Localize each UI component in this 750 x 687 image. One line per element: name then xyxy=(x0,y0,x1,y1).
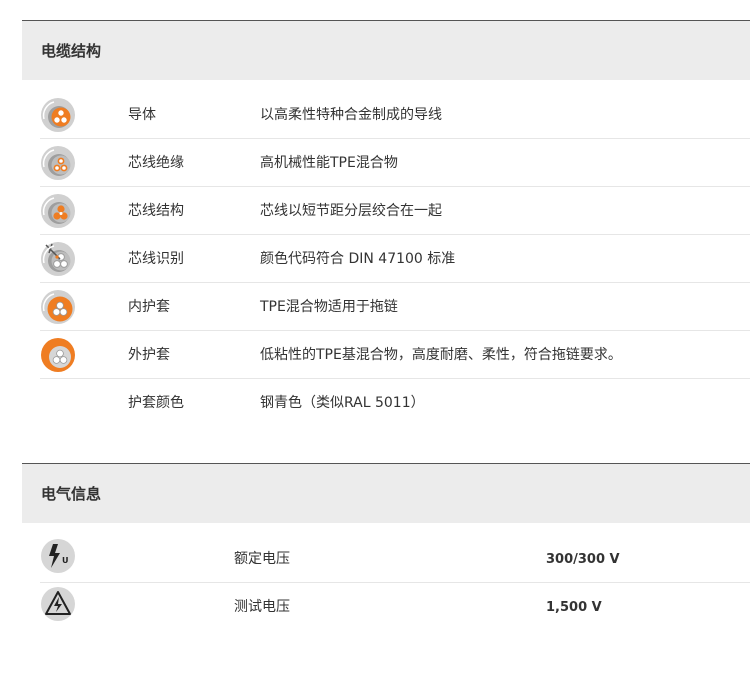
electrical-row-rated-voltage: U 额定电压 300/300 V xyxy=(40,536,750,583)
row-value: 1,500 V xyxy=(546,600,602,615)
construction-row-jacket-color: 护套颜色 钢青色（类似RAL 5011） xyxy=(40,380,750,427)
core-insulation-cross-section-icon xyxy=(40,145,76,181)
core-identification-cross-section-icon xyxy=(40,241,76,277)
test-voltage-icon xyxy=(40,586,76,622)
construction-row-inner-jacket: 内护套 TPE混合物适用于拖链 xyxy=(40,284,750,331)
inner-jacket-cross-section-icon xyxy=(40,289,76,325)
rated-voltage-icon-letter: U xyxy=(62,556,69,565)
row-label: 芯线结构 xyxy=(128,203,184,219)
section-title-electrical: 电气信息 xyxy=(41,485,102,503)
outer-jacket-cross-section-icon xyxy=(40,337,76,373)
construction-row-conductor: 导体 以高柔性特种合金制成的导线 xyxy=(40,92,750,139)
rated-voltage-icon: U xyxy=(40,538,76,574)
row-label: 内护套 xyxy=(128,299,170,315)
construction-row-outer-jacket: 外护套 低粘性的TPE基混合物，高度耐磨、柔性，符合拖链要求。 xyxy=(40,332,750,379)
row-value: 高机械性能TPE混合物 xyxy=(260,155,398,171)
row-value: 300/300 V xyxy=(546,552,620,567)
cable-construction-header: 电缆结构 xyxy=(22,20,750,80)
electrical-info-header: 电气信息 xyxy=(22,463,750,523)
row-label: 护套颜色 xyxy=(128,395,184,411)
row-value: 低粘性的TPE基混合物，高度耐磨、柔性，符合拖链要求。 xyxy=(260,347,622,363)
row-value: TPE混合物适用于拖链 xyxy=(260,299,398,315)
row-value: 芯线以短节距分层绞合在一起 xyxy=(260,203,442,219)
row-label: 额定电压 xyxy=(234,551,290,567)
section-title-construction: 电缆结构 xyxy=(41,42,102,60)
row-label: 导体 xyxy=(128,107,156,123)
core-structure-cross-section-icon xyxy=(40,193,76,229)
conductor-cross-section-icon xyxy=(40,97,76,133)
row-label: 测试电压 xyxy=(234,599,290,615)
electrical-row-test-voltage: 测试电压 1,500 V xyxy=(40,584,750,631)
construction-row-core-structure: 芯线结构 芯线以短节距分层绞合在一起 xyxy=(40,188,750,235)
row-value: 以高柔性特种合金制成的导线 xyxy=(260,107,442,123)
row-value: 颜色代码符合 DIN 47100 标准 xyxy=(260,251,456,267)
row-label: 芯线识别 xyxy=(128,251,184,267)
row-label: 芯线绝缘 xyxy=(128,155,184,171)
row-label: 外护套 xyxy=(128,347,170,363)
construction-row-core-insulation: 芯线绝缘 高机械性能TPE混合物 xyxy=(40,140,750,187)
construction-row-core-identification: 芯线识别 颜色代码符合 DIN 47100 标准 xyxy=(40,236,750,283)
row-value: 钢青色（类似RAL 5011） xyxy=(260,395,425,411)
